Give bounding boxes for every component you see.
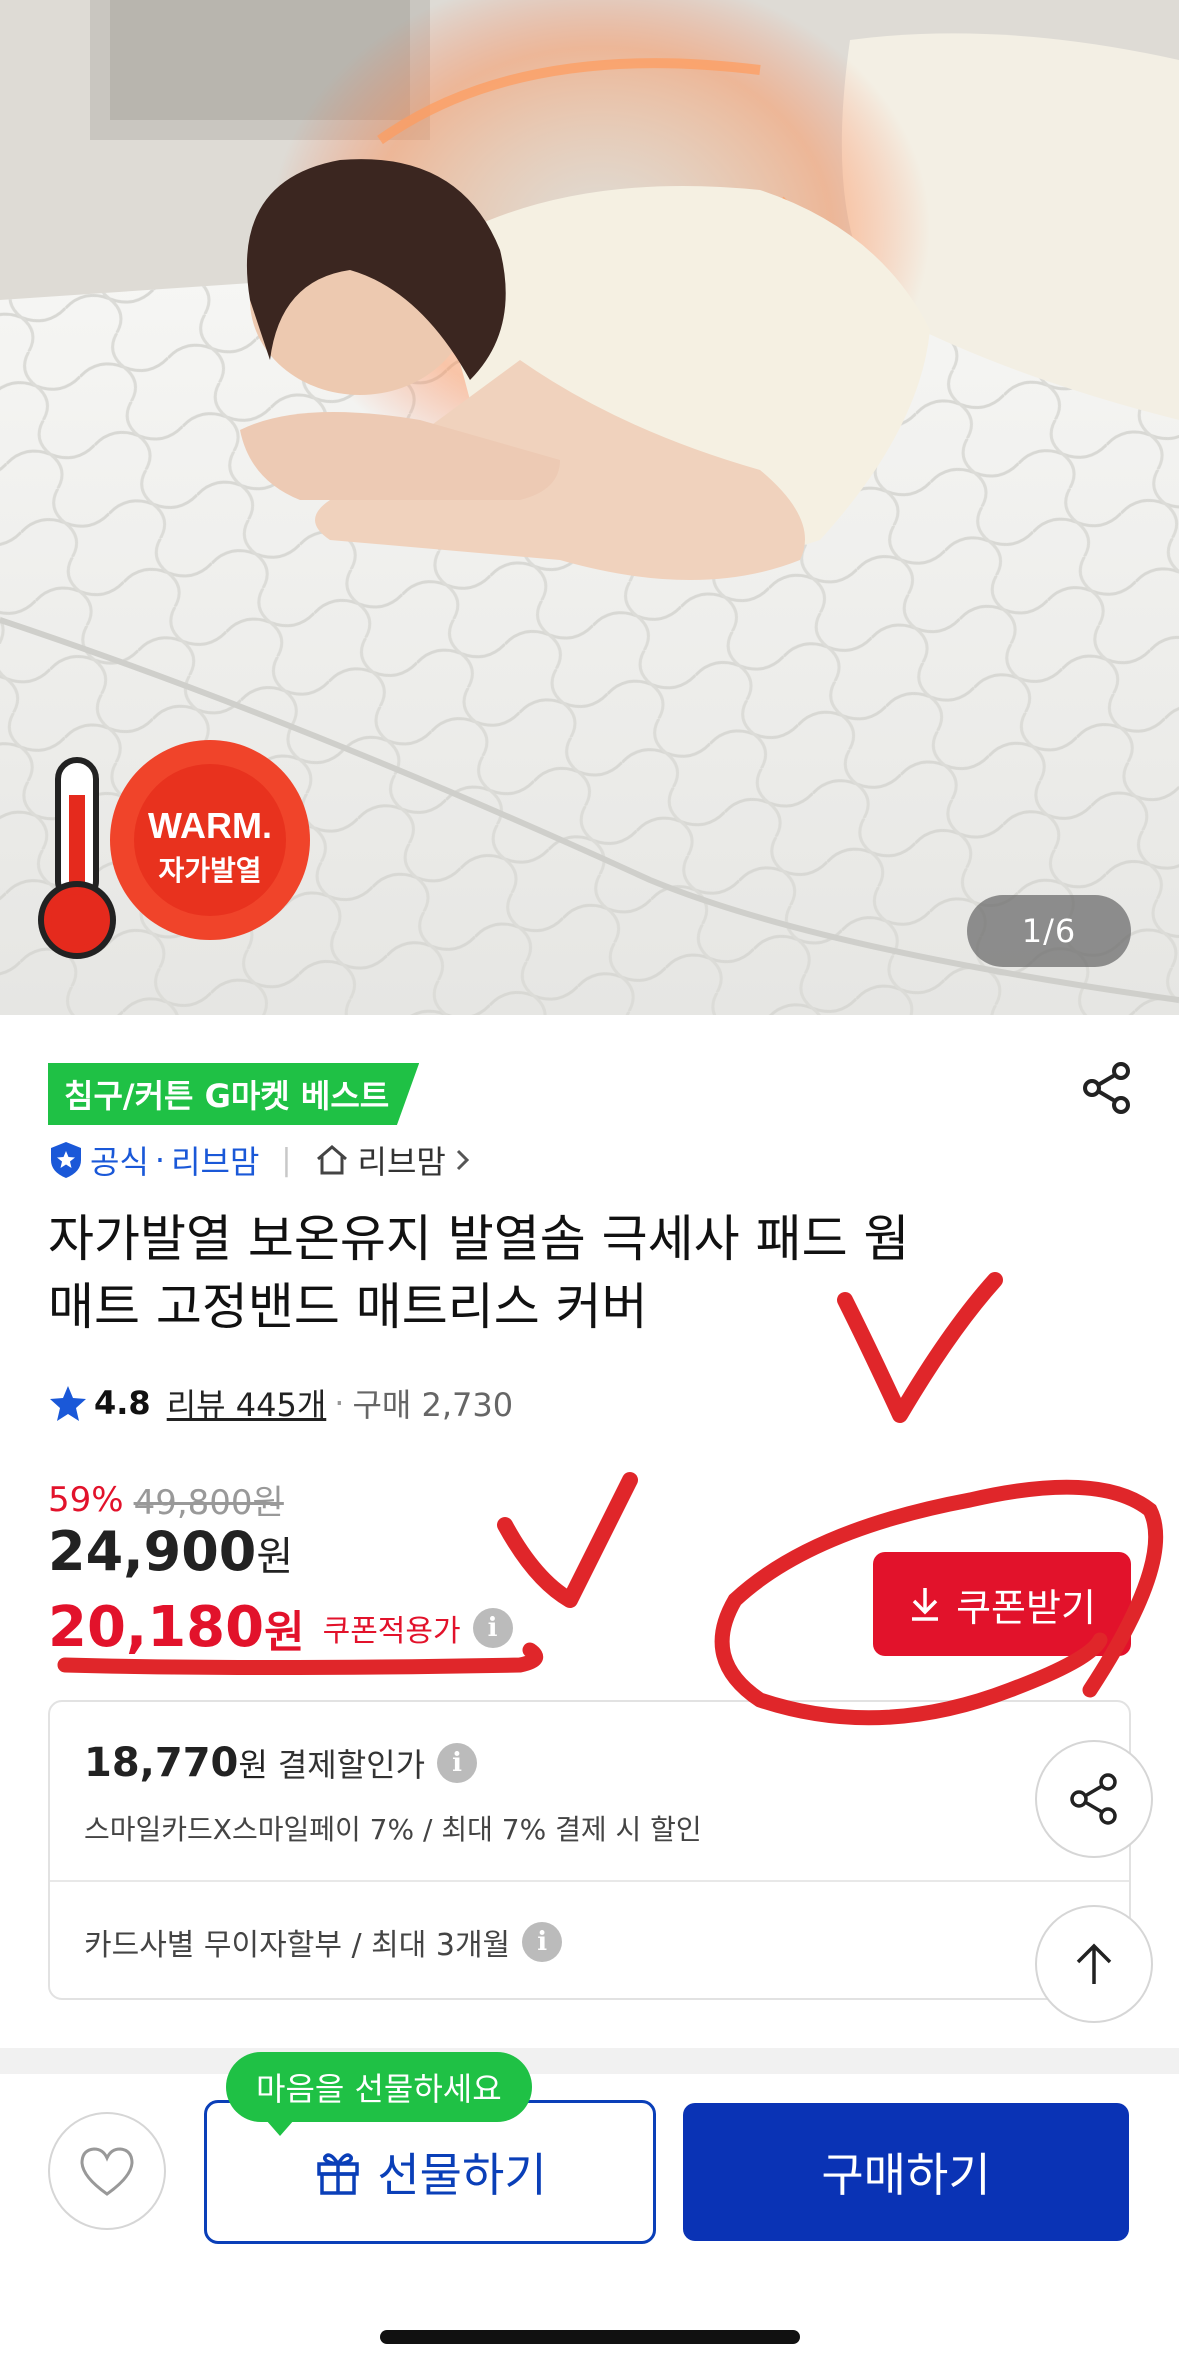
- download-icon: [912, 1588, 939, 1621]
- coupon-download-button[interactable]: 쿠폰받기: [873, 1552, 1131, 1656]
- coupon-price-label: 쿠폰적용가: [322, 1613, 461, 1649]
- svg-text:WARM.: WARM.: [148, 805, 272, 846]
- official-label: 공식: [90, 1143, 149, 1181]
- official-store-name: 리브맘: [171, 1143, 260, 1181]
- star-icon: [50, 1386, 86, 1421]
- product-title: 자가발열 보온유지 발열솜 극세사 패드 웜 매트 고정밴드 매트리스 커버: [48, 1205, 1048, 1341]
- dot-separator: ·: [154, 1141, 166, 1179]
- product-image-gallery[interactable]: WARM. 자가발열 1/6: [0, 0, 1179, 1015]
- payment-discount-amount: 18,770: [84, 1740, 239, 1786]
- title-line-1: 자가발열 보온유지 발열솜 극세사 패드 웜: [48, 1210, 910, 1268]
- scroll-top-button[interactable]: [1035, 1905, 1153, 2023]
- share-icon: [1083, 1062, 1130, 1114]
- warm-badge: WARM. 자가발열: [38, 740, 328, 970]
- store-link[interactable]: 리브맘: [314, 1137, 472, 1183]
- coupon-button-label: 쿠폰받기: [956, 1585, 1096, 1630]
- buy-button[interactable]: 구매하기: [683, 2103, 1129, 2241]
- purchase-count: 구매 2,730: [352, 1386, 514, 1424]
- rating-row: 4.8 리뷰 445개 · 구매 2,730: [48, 1378, 513, 1428]
- info-icon[interactable]: i: [437, 1743, 478, 1783]
- svg-text:자가발열: 자가발열: [158, 854, 261, 887]
- official-store-link[interactable]: 공식 · 리브맘: [48, 1137, 259, 1183]
- checkmark-annotation: [497, 1472, 638, 1608]
- gift-tooltip: 마음을 선물하세요: [226, 2052, 532, 2136]
- installment-row: 카드사별 무이자할부 / 최대 3개월 i: [84, 1920, 563, 1964]
- image-counter: 1/6: [967, 895, 1131, 967]
- info-icon[interactable]: i: [522, 1922, 563, 1962]
- best-badge[interactable]: 침구/커튼 G마켓 베스트: [48, 1063, 420, 1125]
- heart-icon: [80, 2147, 134, 2196]
- home-icon: [316, 1145, 347, 1175]
- coupon-price-row: 20,180 원 쿠폰적용가 i: [48, 1595, 513, 1660]
- arrow-up-icon: [1076, 1943, 1112, 1984]
- sale-price-amount: 24,900: [48, 1520, 257, 1583]
- review-link[interactable]: 리뷰 445개: [167, 1380, 327, 1426]
- section-divider: [0, 2048, 1179, 2074]
- dot-separator: ·: [334, 1384, 345, 1422]
- sale-price-unit: 원: [256, 1534, 294, 1580]
- wishlist-button[interactable]: [48, 2112, 166, 2230]
- payment-discount-label: 결제할인가: [277, 1746, 426, 1784]
- coupon-price-amount: 20,180: [48, 1595, 265, 1660]
- gift-button-label: 선물하기: [377, 2148, 547, 2202]
- discount-percent: 59%: [48, 1479, 124, 1520]
- divider: |: [281, 1142, 292, 1178]
- original-price: 49,800원: [133, 1483, 284, 1523]
- floating-share-button[interactable]: [1035, 1740, 1153, 1858]
- payment-discount-unit: 원: [238, 1746, 268, 1784]
- gift-icon: [317, 2153, 360, 2195]
- info-icon[interactable]: i: [472, 1607, 513, 1648]
- coupon-price-unit: 원: [264, 1606, 305, 1658]
- store-name: 리브맘: [357, 1143, 446, 1181]
- divider: [50, 1880, 1129, 1882]
- title-line-2: 매트 고정밴드 매트리스 커버: [48, 1278, 648, 1336]
- seller-row: 공식 · 리브맘 | 리브맘: [48, 1135, 472, 1185]
- share-icon: [1070, 1773, 1117, 1825]
- home-indicator: [380, 2330, 800, 2344]
- installment-text: 카드사별 무이자할부 / 최대 3개월: [84, 1928, 511, 1963]
- share-button[interactable]: [1077, 1058, 1137, 1118]
- rating-score: 4.8: [94, 1384, 151, 1422]
- discount-row: 59% 49,800원: [48, 1475, 284, 1524]
- payment-benefits-box: 18,770 원 결제할인가 i 스마일카드X스마일페이 7% / 최대 7% 결…: [48, 1700, 1131, 2000]
- shield-check-icon: [51, 1142, 81, 1178]
- sale-price: 24,900원: [48, 1520, 293, 1583]
- payment-discount-desc: 스마일카드X스마일페이 7% / 최대 7% 결제 시 할인: [84, 1813, 702, 1846]
- chevron-right-icon: [456, 1149, 469, 1171]
- payment-discount-row: 18,770 원 결제할인가 i: [84, 1740, 478, 1786]
